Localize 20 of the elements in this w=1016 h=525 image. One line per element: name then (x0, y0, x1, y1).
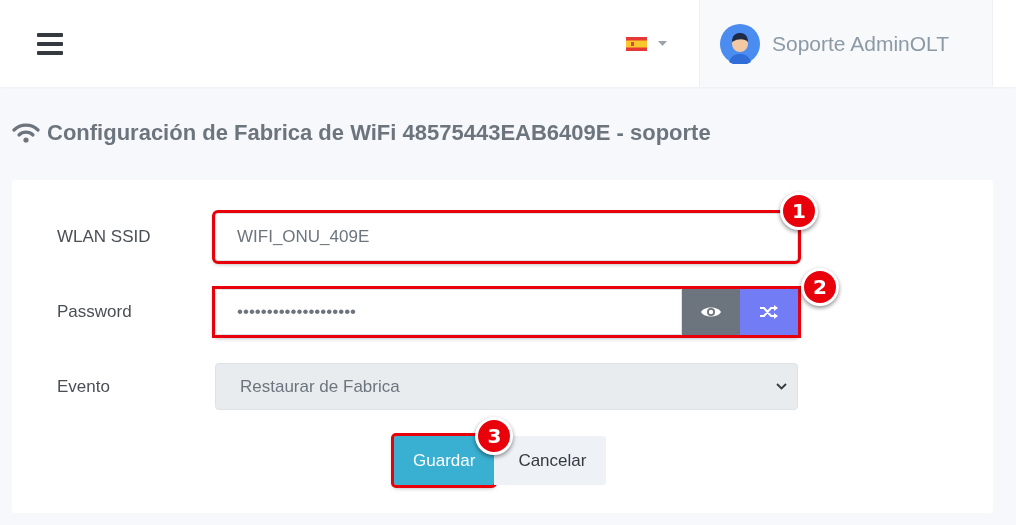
password-field[interactable]: •••••••••••••••••••• (215, 289, 682, 335)
callout-badge: 3 (475, 417, 514, 455)
caret-icon[interactable] (658, 41, 667, 46)
show-password-button[interactable] (682, 289, 740, 335)
page-title: Configuración de Fabrica de WiFi 48575443EAB6409E - soporte (47, 120, 711, 146)
callout-badge: 1 (780, 192, 818, 230)
menu-icon[interactable] (37, 31, 63, 56)
field-label: Evento (57, 376, 111, 397)
field-label: Password (57, 302, 133, 322)
callout-badge: 2 (801, 268, 839, 306)
user-name[interactable]: Soporte AdminOLT (772, 31, 950, 56)
flag-icon[interactable] (626, 36, 647, 51)
select-value: Restaurar de Fabrica (240, 376, 400, 397)
avatar-icon[interactable] (720, 23, 760, 64)
eye-icon (701, 305, 721, 319)
chevron-icon (776, 383, 787, 390)
generate-password-button[interactable] (740, 289, 798, 335)
shuffle-icon (760, 305, 778, 319)
wifi-icon (12, 123, 40, 143)
field-label: WLAN SSID (57, 227, 152, 247)
